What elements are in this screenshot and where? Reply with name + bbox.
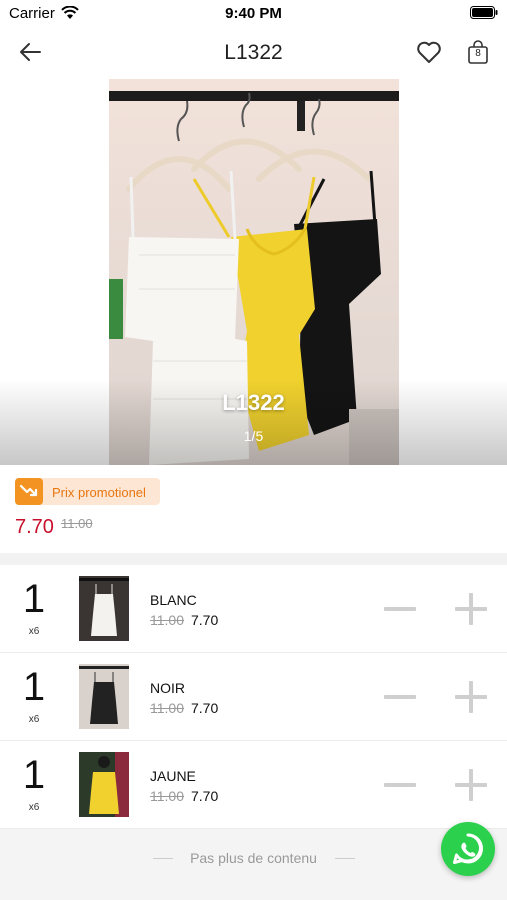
promo-badge: Prix promotionel <box>15 478 160 505</box>
plus-icon[interactable] <box>453 767 489 803</box>
quantity-value: 1 <box>22 577 46 621</box>
quantity-value: 1 <box>22 665 46 709</box>
price-section: Prix promotionel 7.70 11.00 <box>0 465 507 553</box>
minus-icon[interactable] <box>382 679 418 715</box>
clock: 9:40 PM <box>225 5 282 22</box>
footer-divider-right <box>335 858 355 859</box>
original-price: 11.00 <box>61 516 93 531</box>
list-end-footer: Pas plus de contenu <box>0 829 507 900</box>
battery-icon <box>470 6 498 19</box>
minus-icon[interactable] <box>382 767 418 803</box>
plus-icon[interactable] <box>453 679 489 715</box>
quantity-value: 1 <box>22 753 46 797</box>
whatsapp-icon <box>453 833 483 864</box>
navigation-bar: L1322 8 <box>0 28 507 78</box>
variant-row-noir: 1 x6 NOIR 11.00 7.70 <box>0 653 507 741</box>
trend-down-icon <box>15 478 43 505</box>
variant-row-jaune: 1 x6 JAUNE 11.00 7.70 <box>0 741 507 829</box>
variant-thumbnail <box>79 752 129 817</box>
variant-color-name: JAUNE <box>150 768 196 784</box>
variant-price: 7.70 <box>191 612 219 628</box>
minus-icon[interactable] <box>382 591 418 627</box>
variant-price: 7.70 <box>191 788 219 804</box>
variant-thumbnail <box>79 664 129 729</box>
current-price: 7.70 <box>15 516 54 538</box>
plus-icon[interactable] <box>453 591 489 627</box>
variant-price: 7.70 <box>191 700 219 716</box>
variant-color-name: BLANC <box>150 592 197 608</box>
photo-product-code: L1322 <box>222 390 285 415</box>
variant-original-price: 11.00 <box>150 788 184 804</box>
pack-multiplier: x6 <box>28 802 40 813</box>
variant-original-price: 11.00 <box>150 700 184 716</box>
variant-color-name: NOIR <box>150 680 185 696</box>
no-more-content-label: Pas plus de contenu <box>190 850 317 866</box>
promo-label: Prix promotionel <box>52 485 146 500</box>
status-bar: Carrier 9:40 PM <box>0 0 507 28</box>
section-divider <box>0 553 507 565</box>
pack-multiplier: x6 <box>28 626 40 637</box>
photo-page-indicator: 1/5 <box>243 428 264 444</box>
heart-icon[interactable] <box>416 40 442 64</box>
pack-multiplier: x6 <box>28 714 40 725</box>
shopping-bag-icon[interactable] <box>466 39 490 65</box>
variant-original-price: 11.00 <box>150 612 184 628</box>
whatsapp-chat-button[interactable] <box>441 822 495 876</box>
product-gallery[interactable]: L1322 1/5 <box>0 79 507 465</box>
variant-thumbnail <box>79 576 129 641</box>
back-arrow-icon[interactable] <box>18 41 42 63</box>
variant-row-blanc: 1 x6 BLANC 11.00 7.70 <box>0 565 507 653</box>
